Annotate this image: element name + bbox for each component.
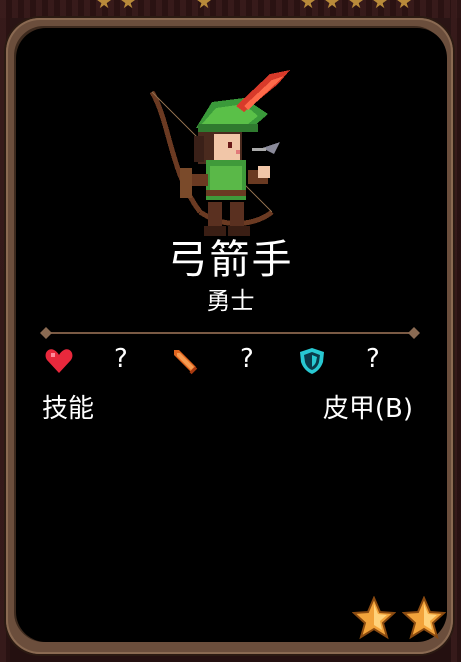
skills-label: 技能	[42, 394, 95, 424]
background-star-icon: ★	[96, 0, 113, 13]
background-star-icon: ★	[348, 0, 365, 13]
background-star-icon: ★	[396, 0, 413, 13]
background-star-icon: ★	[120, 0, 137, 13]
shield-icon	[300, 348, 324, 374]
hero-class-name: 弓箭手	[167, 237, 294, 283]
section-divider	[40, 327, 420, 339]
rarity-star-icon	[402, 596, 446, 640]
background-star-icon: ★	[372, 0, 389, 13]
archer-portrait	[149, 70, 290, 236]
rarity-star-icon	[352, 596, 396, 640]
health-value: ?	[114, 344, 128, 374]
defense-value: ?	[366, 344, 380, 374]
sword-icon	[174, 350, 198, 375]
heart-icon	[45, 349, 73, 373]
armor-type-label: 皮甲(B)	[322, 394, 413, 424]
background-board-top	[0, 0, 461, 18]
background-star-icon: ★	[300, 0, 317, 13]
background-star-icon: ★	[324, 0, 341, 13]
background-star-icon: ★	[196, 0, 213, 13]
hero-rank: 勇士	[206, 287, 255, 315]
attack-value: ?	[240, 344, 254, 374]
game-screen: ★ ★ ★ ★ ★ ★ ★ ★ 弓箭手 勇士 ? ? ? 技能 皮甲(B)	[0, 0, 461, 662]
